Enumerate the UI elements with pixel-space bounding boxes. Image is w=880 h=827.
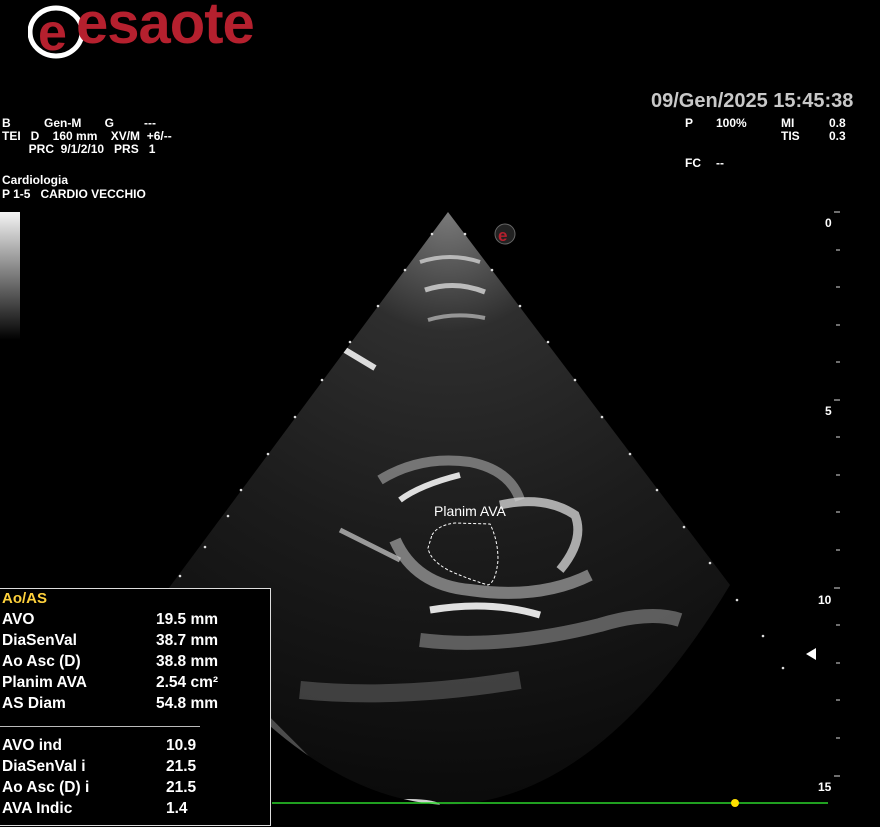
measurements-panel: Ao/AS AVO 19.5 mm DiaSenVal 38.7 mm Ao A… [0,588,271,826]
index-value: 21.5 [166,758,197,775]
depth-label-15: 15 [818,780,832,794]
index-name: DiaSenVal i [2,758,86,775]
roi-label: Planim AVA [434,503,506,519]
measurement-row: AVO 19.5 mm [2,610,268,630]
depth-label-10: 10 [818,593,832,607]
index-value: 10.9 [166,737,197,754]
measurement-name: AS Diam [2,695,66,712]
depth-ticks [834,211,840,777]
measurement-value: 2.54 cm² [156,674,219,691]
measurement-value: 19.5 mm [156,611,219,628]
index-value: 1.4 [166,800,188,817]
depth-label-5: 5 [825,404,832,418]
index-row: DiaSenVal i 21.5 [2,757,268,777]
index-name: AVO ind [2,737,62,754]
measurement-divider [0,726,200,727]
measurement-name: DiaSenVal [2,632,77,649]
svg-text:e: e [498,226,507,245]
measurement-row: Planim AVA 2.54 cm² [2,673,268,693]
measurement-value: 38.7 mm [156,632,219,649]
measurement-value: 38.8 mm [156,653,219,670]
index-row: Ao Asc (D) i 21.5 [2,778,268,798]
measurements-title: Ao/AS [2,590,47,607]
index-name: AVA Indic [2,800,73,817]
ecg-marker [731,799,739,807]
index-row: AVA Indic 1.4 [2,799,268,819]
depth-label-0: 0 [825,216,832,230]
index-row: AVO ind 10.9 [2,736,268,756]
index-name: Ao Asc (D) i [2,779,90,796]
measurement-row: DiaSenVal 38.7 mm [2,631,268,651]
focus-marker-icon [806,648,816,660]
measurement-row: Ao Asc (D) 38.8 mm [2,652,268,672]
measurement-name: Planim AVA [2,674,87,691]
measurement-name: AVO [2,611,35,628]
measurement-name: Ao Asc (D) [2,653,81,670]
measurement-row: AS Diam 54.8 mm [2,694,268,714]
measurement-value: 54.8 mm [156,695,219,712]
index-value: 21.5 [166,779,197,796]
